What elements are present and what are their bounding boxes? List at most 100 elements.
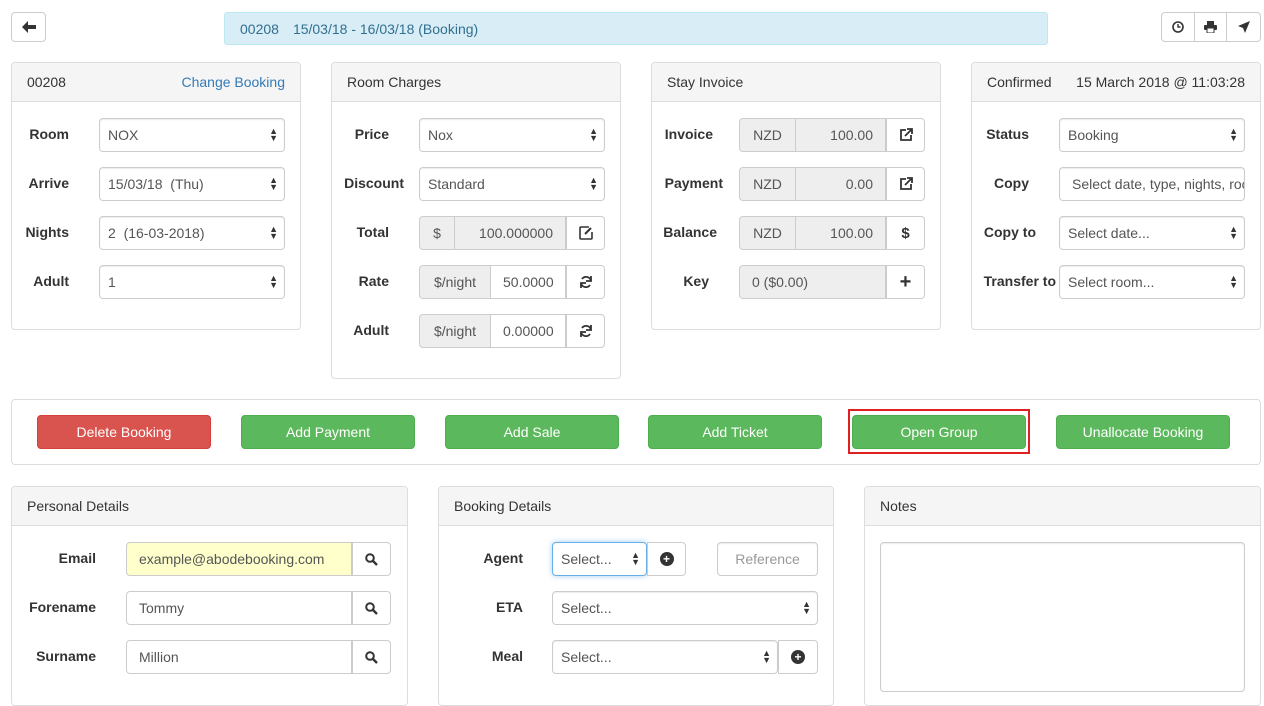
back-button[interactable] <box>11 12 46 42</box>
surname-field[interactable]: Million <box>126 640 352 674</box>
arrive-label: Arrive <box>28 175 69 191</box>
add-ticket-button[interactable]: Add Ticket <box>648 415 822 449</box>
copy-label: Copy <box>994 175 1029 191</box>
nights-select[interactable]: 2 (16-03-2018) ▲ ▼ <box>99 216 285 250</box>
arrive-select-value: 15/03/18 (Thu) <box>108 176 204 192</box>
email-field[interactable]: example@abodebooking.com <box>126 542 352 576</box>
booking-panel-title: 00208 <box>27 74 66 90</box>
select-arrows-icon: ▲ ▼ <box>1229 126 1238 143</box>
booking-banner: 00208 15/03/18 - 16/03/18 (Booking) <box>224 12 1048 45</box>
arrive-select[interactable]: 15/03/18 (Thu) ▲ ▼ <box>99 167 285 201</box>
open-group-button[interactable]: Open Group <box>852 415 1026 449</box>
print-button[interactable] <box>1195 13 1228 41</box>
discount-select[interactable]: Standard ▲ ▼ <box>419 167 605 201</box>
history-button[interactable] <box>1162 13 1195 41</box>
notes-textarea[interactable] <box>880 542 1245 692</box>
arrow-left-icon <box>21 21 36 33</box>
edit-total-button[interactable] <box>566 216 605 250</box>
add-agent-button[interactable]: + <box>647 542 686 576</box>
email-label: Email <box>58 550 96 566</box>
nights-select-value: 2 (16-03-2018) <box>108 225 205 241</box>
discount-select-value: Standard <box>428 176 485 192</box>
select-arrows-icon: ▲ ▼ <box>1229 273 1238 290</box>
payment-currency-addon: NZD <box>739 167 795 201</box>
room-label: Room <box>29 126 69 142</box>
surname-label: Surname <box>36 648 96 664</box>
meal-select-value: Select... <box>561 649 612 665</box>
refresh-icon <box>579 276 592 288</box>
open-payment-button[interactable] <box>886 167 925 201</box>
stay-invoice-title: Stay Invoice <box>667 74 744 90</box>
change-booking-link[interactable]: Change Booking <box>181 74 285 90</box>
agent-select-value: Select... <box>561 551 612 567</box>
invoice-currency-addon: NZD <box>739 118 795 152</box>
surname-search-button[interactable] <box>352 640 391 674</box>
reference-input[interactable]: Reference <box>717 542 818 576</box>
open-invoice-button[interactable] <box>886 118 925 152</box>
eta-label: ETA <box>496 599 523 615</box>
select-arrows-icon: ▲ ▼ <box>589 126 598 143</box>
email-search-button[interactable] <box>352 542 391 576</box>
rate-input[interactable]: 50.0000 <box>490 265 566 299</box>
copy-to-label: Copy to <box>983 224 1036 240</box>
room-charges-header: Room Charges <box>332 63 620 102</box>
status-select-value: Booking <box>1068 127 1119 143</box>
forename-search-button[interactable] <box>352 591 391 625</box>
balance-label: Balance <box>663 224 717 240</box>
delete-booking-button[interactable]: Delete Booking <box>37 415 211 449</box>
eta-select[interactable]: Select... ▲ ▼ <box>552 591 818 625</box>
rate-unit-addon: $/night <box>419 265 490 299</box>
price-select[interactable]: Nox ▲ ▼ <box>419 118 605 152</box>
copy-select[interactable]: Select date, type, nights, room... <box>1059 167 1245 201</box>
select-arrows-icon: ▲ ▼ <box>269 126 278 143</box>
search-icon <box>365 650 378 664</box>
payment-group: NZD 0.00 <box>739 167 925 201</box>
unallocate-booking-button[interactable]: Unallocate Booking <box>1056 415 1230 449</box>
status-title: Confirmed <box>987 74 1052 90</box>
clock-icon <box>1172 21 1184 33</box>
key-group: 0 ($0.00) + <box>739 265 925 299</box>
key-label: Key <box>683 273 709 289</box>
add-key-button[interactable]: + <box>886 265 925 299</box>
adult-rate-unit-addon: $/night <box>419 314 490 348</box>
stay-invoice-header: Stay Invoice <box>652 63 940 102</box>
add-payment-button[interactable]: Add Payment <box>241 415 415 449</box>
select-arrows-icon: ▲ ▼ <box>1229 224 1238 241</box>
booking-panel-header: 00208 Change Booking <box>12 63 300 102</box>
total-label: Total <box>356 224 389 240</box>
refresh-adult-rate-button[interactable] <box>566 314 605 348</box>
forename-group: Tommy <box>126 591 391 625</box>
refresh-rate-button[interactable] <box>566 265 605 299</box>
status-select[interactable]: Booking ▲ ▼ <box>1059 118 1245 152</box>
select-arrows-icon: ▲ ▼ <box>269 175 278 192</box>
transfer-to-select[interactable]: Select room... ▲ ▼ <box>1059 265 1245 299</box>
agent-select[interactable]: Select... ▲ ▼ <box>552 542 647 576</box>
total-group: $ 100.000000 <box>419 216 605 250</box>
copy-to-select[interactable]: Select date... ▲ ▼ <box>1059 216 1245 250</box>
meal-select[interactable]: Select... ▲ ▼ <box>552 640 778 674</box>
rate-group: $/night 50.0000 <box>419 265 605 299</box>
personal-details-title: Personal Details <box>27 498 129 514</box>
add-sale-button[interactable]: Add Sale <box>445 415 619 449</box>
external-link-icon <box>899 177 913 190</box>
send-button[interactable] <box>1227 13 1260 41</box>
forename-field[interactable]: Tommy <box>126 591 352 625</box>
room-select[interactable]: NOX ▲ ▼ <box>99 118 285 152</box>
notes-title: Notes <box>880 498 917 514</box>
adult-rate-input[interactable]: 0.00000 <box>490 314 566 348</box>
select-arrows-icon: ▲ ▼ <box>762 648 771 665</box>
eta-select-value: Select... <box>561 600 612 616</box>
room-charges-title: Room Charges <box>347 74 442 90</box>
adult-select[interactable]: 1 ▲ ▼ <box>99 265 285 299</box>
room-select-value: NOX <box>108 127 139 143</box>
balance-group: NZD 100.00 $ <box>739 216 925 250</box>
pay-balance-button[interactable]: $ <box>886 216 925 250</box>
adult-label: Adult <box>33 273 69 289</box>
surname-group: Million <box>126 640 391 674</box>
copy-select-value: Select date, type, nights, room... <box>1072 176 1244 192</box>
add-meal-button[interactable]: + <box>778 640 818 674</box>
select-arrows-icon: ▲ ▼ <box>631 550 640 567</box>
booking-details-title: Booking Details <box>454 498 552 514</box>
payment-label: Payment <box>664 175 723 191</box>
transfer-to-select-value: Select room... <box>1068 274 1155 290</box>
